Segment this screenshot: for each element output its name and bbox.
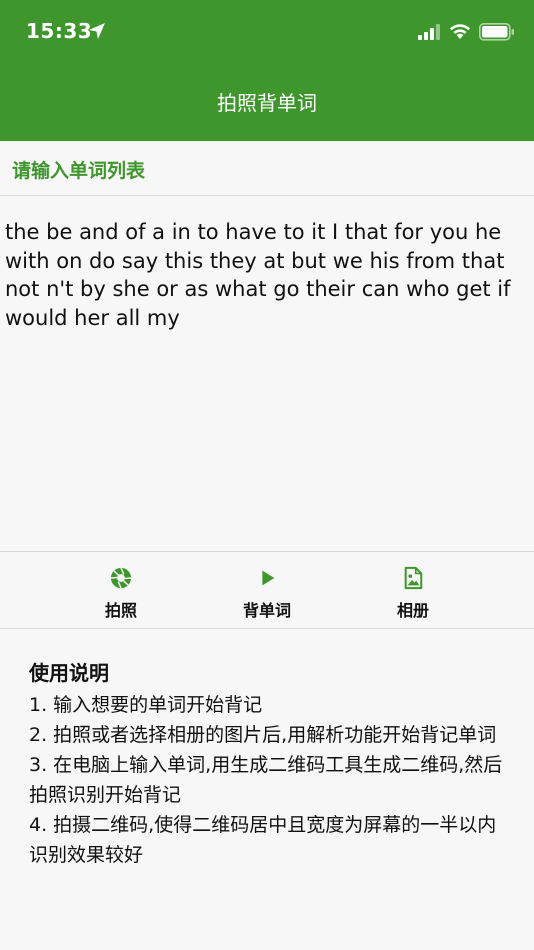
play-icon bbox=[262, 570, 275, 586]
navigation-header: 15:33 拍照背单词 bbox=[0, 0, 534, 141]
word-list-header: 请输入单词列表 bbox=[0, 141, 534, 196]
take-photo-label: 拍照 bbox=[104, 601, 137, 620]
instruction-item: 2. 拍照或者选择相册的图片后,用解析功能开始背记单词 bbox=[29, 724, 497, 746]
status-time: 15:33 bbox=[26, 19, 93, 43]
battery-icon bbox=[479, 23, 514, 41]
instructions-title: 使用说明 bbox=[29, 661, 109, 685]
cellular-signal-icon bbox=[418, 24, 440, 40]
take-photo-button[interactable]: 拍照 bbox=[66, 552, 176, 628]
photo-album-label: 相册 bbox=[396, 601, 429, 620]
action-toolbar: 拍照 背单词 相册 bbox=[0, 551, 534, 629]
photo-album-button[interactable]: 相册 bbox=[358, 552, 468, 628]
word-list-input[interactable]: the be and of a in to have to it I that … bbox=[0, 196, 534, 551]
camera-aperture-icon bbox=[110, 567, 132, 589]
wifi-icon bbox=[450, 24, 470, 39]
instruction-item: 4. 拍摄二维码,使得二维码居中且宽度为屏幕的一半以内识别效果较好 bbox=[29, 814, 497, 866]
instruction-item: 1. 输入想要的单词开始背记 bbox=[29, 694, 263, 716]
memorize-words-label: 背单词 bbox=[242, 601, 291, 620]
page-title: 拍照背单词 bbox=[217, 91, 317, 115]
usage-instructions: 使用说明 1. 输入想要的单词开始背记 2. 拍照或者选择相册的图片后,用解析功… bbox=[29, 658, 509, 870]
location-arrow-icon bbox=[89, 23, 105, 39]
image-file-icon bbox=[404, 566, 423, 590]
instruction-item: 3. 在电脑上输入单词,用生成二维码工具生成二维码,然后拍照识别开始背记 bbox=[29, 754, 503, 806]
memorize-words-button[interactable]: 背单词 bbox=[212, 552, 322, 628]
word-list-header-label: 请输入单词列表 bbox=[12, 160, 146, 182]
